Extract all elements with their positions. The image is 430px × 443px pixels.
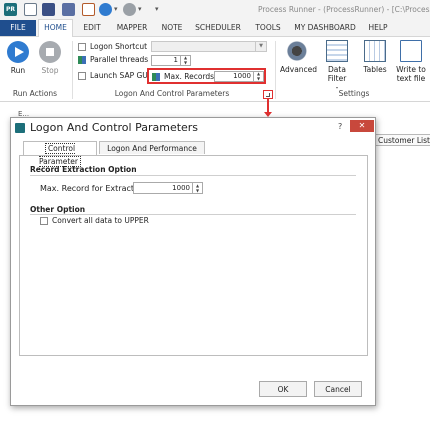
spin-arrows-icon[interactable]: ▲ ▼ (180, 55, 190, 65)
close-button[interactable]: ✕ (350, 120, 374, 132)
tab-my-dashboard[interactable]: MY DASHBOARD (292, 20, 358, 36)
tab-logon-performance[interactable]: Logon And Performance (99, 141, 205, 154)
checkbox-box (40, 216, 48, 225)
run-label: Run (10, 66, 26, 75)
spin-arrows-icon[interactable]: ▲ ▼ (192, 183, 202, 193)
run-quick-icon[interactable] (99, 3, 112, 16)
data-filter-label: Data Filter (327, 65, 347, 83)
data-filter-button[interactable]: Data Filter - (319, 40, 355, 92)
help-button[interactable]: ? (338, 122, 342, 131)
group-divider (275, 41, 276, 99)
stop-label: Stop (41, 66, 59, 75)
window-title: Process Runner - (ProcessRunner) - [C:\P… (258, 5, 430, 14)
max-record-value: 1000 (172, 184, 190, 192)
document-tab[interactable]: Customer List fro (375, 134, 430, 146)
parallel-threads-value: 1 (173, 56, 178, 64)
launch-sap-gui-checkbox[interactable]: Launch SAP GUI (78, 71, 150, 80)
tables-label: Tables (363, 65, 387, 74)
stop-button[interactable]: Stop (37, 41, 63, 75)
launch-sap-gui-label: Launch SAP GUI (90, 71, 150, 80)
convert-upper-checkbox[interactable]: Convert all data to UPPER (40, 216, 149, 225)
group-divider (72, 41, 73, 99)
tab-home[interactable]: HOME (38, 19, 73, 38)
tab-control-parameter[interactable]: Control Parameter (23, 141, 97, 167)
max-records-value: 1000 (233, 72, 251, 80)
app-icon: PR (4, 3, 17, 16)
tab-help[interactable]: HELP (363, 20, 393, 36)
tables-button[interactable]: Tables (360, 40, 390, 74)
save-icon[interactable] (42, 3, 55, 16)
section-divider (30, 214, 356, 215)
stop-icon (39, 41, 61, 63)
tab-note[interactable]: NOTE (157, 20, 187, 36)
stop-dropdown-icon[interactable]: ▾ (138, 5, 142, 13)
tab-scheduler[interactable]: SCHEDULER (191, 20, 245, 36)
text-file-icon (400, 40, 422, 62)
max-records-icon (152, 72, 160, 81)
max-records-row: Max. Records (152, 72, 214, 81)
max-record-label: Max. Record for Extraction (40, 184, 147, 193)
advanced-label: Advanced (280, 65, 318, 74)
customize-toolbar-icon[interactable]: ▾ (155, 5, 159, 13)
tab-tools[interactable]: TOOLS (251, 20, 285, 36)
write-to-label: Write to (396, 65, 426, 74)
convert-upper-label: Convert all data to UPPER (52, 216, 149, 225)
chevron-down-icon: ▼ (255, 42, 266, 51)
tab-file[interactable]: FILE (0, 20, 36, 36)
dialog-title: Logon And Control Parameters (30, 121, 199, 134)
max-records-label: Max. Records (164, 72, 215, 81)
max-records-highlight: Max. Records 1000 ▲ ▼ (147, 68, 266, 84)
logon-shortcut-dropdown[interactable]: ▼ (151, 41, 267, 52)
cancel-button[interactable]: Cancel (314, 381, 362, 397)
logon-control-dialog: Logon And Control Parameters ? ✕ Control… (10, 117, 376, 406)
other-option-heading: Other Option (30, 205, 86, 214)
ok-button[interactable]: OK (259, 381, 307, 397)
logon-shortcut-label: Logon Shortcut (90, 42, 148, 51)
logon-group-label: Logon And Control Parameters (114, 89, 230, 98)
run-icon (7, 41, 29, 63)
save-as-icon[interactable] (62, 3, 75, 16)
new-file-icon[interactable] (24, 3, 37, 16)
advanced-button[interactable]: Advanced (280, 40, 318, 74)
checkbox-box (78, 42, 86, 51)
section-divider (30, 175, 356, 176)
max-record-stepper[interactable]: 1000 ▲ ▼ (133, 182, 203, 194)
ribbon-tabs: FILE HOME EDIT MAPPER NOTE SCHEDULER TOO… (0, 19, 430, 38)
parallel-threads-label: Parallel threads (90, 55, 149, 64)
checkbox-box (78, 71, 86, 80)
data-filter-icon (326, 40, 348, 62)
callout-line (267, 99, 269, 113)
export-icon[interactable] (82, 3, 95, 16)
stop-quick-icon[interactable] (123, 3, 136, 16)
parallel-threads-icon (78, 55, 86, 64)
dialog-tabs: Control Parameter Logon And Performance (19, 141, 368, 167)
dialog-launcher-icon[interactable] (263, 90, 273, 99)
parallel-threads-row: Parallel threads (78, 55, 148, 64)
tab-panel: Record Extraction Option Max. Record for… (19, 155, 368, 356)
run-actions-group-label: Run Actions (12, 89, 58, 98)
spin-arrows-icon[interactable]: ▲ ▼ (253, 71, 263, 81)
gear-icon (287, 40, 309, 62)
tab-edit[interactable]: EDIT (75, 20, 109, 36)
write-to-text-button[interactable]: Write to text file (394, 40, 428, 83)
app-icon (15, 123, 25, 133)
tab-mapper[interactable]: MAPPER (112, 20, 152, 36)
run-button[interactable]: Run (5, 41, 31, 75)
record-extraction-heading: Record Extraction Option (30, 165, 137, 174)
max-records-stepper[interactable]: 1000 ▲ ▼ (214, 71, 264, 82)
settings-group-label: Settings (338, 89, 370, 98)
logon-shortcut-checkbox[interactable]: Logon Shortcut (78, 42, 147, 51)
parallel-threads-stepper[interactable]: 1 ▲ ▼ (151, 55, 191, 66)
text-file-label: text file (396, 74, 426, 83)
tables-icon (364, 40, 386, 62)
title-bar: PR ▾ ▾ ▾ Process Runner - (ProcessRunner… (0, 0, 430, 20)
run-dropdown-icon[interactable]: ▾ (114, 5, 118, 13)
